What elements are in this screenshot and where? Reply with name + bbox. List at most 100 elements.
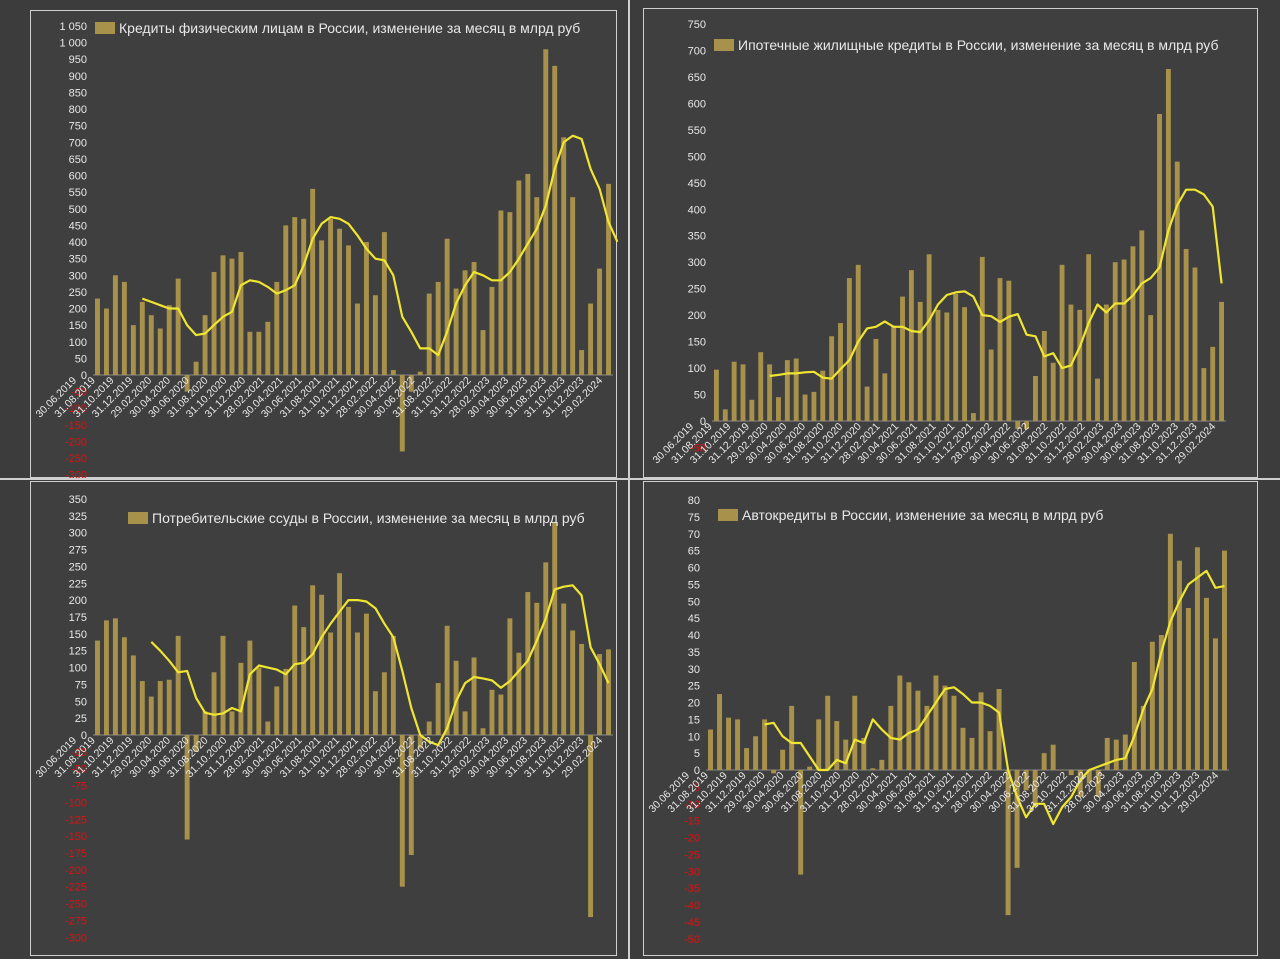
data-bar: [873, 338, 879, 421]
data-bar: [363, 613, 369, 735]
chart-panel-consumer-loans-total: -300 -250 -200 -150 -100 -50 0 50 100 150 200 250 30…: [30, 10, 618, 479]
data-bar: [346, 606, 351, 735]
data-bar: [708, 729, 713, 770]
data-bar: [726, 717, 732, 770]
data-bar: [1077, 309, 1083, 421]
data-bar: [121, 281, 127, 375]
y-tick-label: 450: [69, 220, 87, 232]
y-tick-label: 275: [69, 545, 87, 557]
data-bar: [762, 719, 768, 770]
data-bar: [780, 749, 786, 770]
data-bar: [552, 521, 558, 735]
data-bar: [202, 711, 208, 735]
y-tick-label: -20: [684, 833, 700, 845]
legend-swatch: [718, 509, 738, 521]
data-bar: [148, 696, 154, 735]
data-bar: [1192, 267, 1198, 421]
data-bar: [121, 637, 127, 735]
y-tick-label: 650: [688, 72, 706, 84]
data-bar: [570, 197, 576, 375]
y-tick-label: 250: [69, 287, 87, 299]
y-tick-label: -250: [65, 453, 87, 465]
data-bar: [319, 240, 325, 375]
y-tick-label: 650: [69, 154, 87, 166]
data-bar: [882, 373, 888, 421]
data-bar: [130, 325, 136, 375]
data-bar: [283, 668, 289, 735]
legend-label: Кредиты физическим лицам в России, измен…: [119, 20, 580, 36]
y-tick-label: 15: [688, 714, 700, 726]
data-bar: [238, 252, 244, 375]
y-tick-label: -35: [684, 883, 700, 895]
y-tick-label: 325: [69, 511, 87, 523]
data-bar: [328, 632, 334, 735]
y-tick-label: -125: [65, 814, 87, 826]
data-bar: [301, 218, 307, 375]
data-bar: [238, 662, 244, 735]
y-tick-label: 200: [688, 310, 706, 322]
data-bar: [337, 228, 343, 375]
data-bar: [1041, 753, 1047, 770]
data-bar: [864, 386, 870, 421]
y-tick-label: 600: [69, 171, 87, 183]
y-tick-label: 300: [69, 270, 87, 282]
y-tick-label: -225: [65, 882, 87, 894]
data-bar: [1131, 662, 1137, 770]
data-bar: [175, 635, 181, 735]
data-bar: [112, 618, 118, 735]
data-bar: [471, 261, 477, 375]
data-bar: [879, 759, 885, 770]
y-tick-label: 125: [69, 646, 87, 658]
chart-svg: -300-250-200-150-100-5005010015020025030…: [33, 20, 618, 479]
data-bar: [552, 65, 558, 375]
data-bar: [489, 689, 495, 735]
data-bar: [744, 748, 750, 770]
data-bar: [740, 364, 746, 421]
data-bar: [498, 210, 504, 375]
y-tick-label: 50: [688, 596, 700, 608]
y-tick-label: 1 000: [59, 38, 87, 50]
chart-panel-consumer-credits: -300 -275 -250 -225 -200 -175 -150 -125 -100 -75-…: [30, 481, 617, 956]
data-bar: [843, 739, 849, 770]
data-bar: [543, 562, 549, 735]
y-tick-label: -275: [65, 915, 87, 927]
y-tick-label: 45: [688, 613, 700, 625]
y-tick-label: 30: [688, 664, 700, 676]
data-bar: [310, 188, 316, 375]
data-bar: [722, 409, 728, 421]
y-tick-label: 550: [688, 125, 706, 137]
y-tick-label: 100: [69, 663, 87, 675]
data-bar: [148, 315, 154, 375]
data-bar: [960, 727, 966, 770]
y-tick-label: -50: [684, 934, 700, 946]
data-bar: [713, 369, 719, 421]
y-tick-label: 500: [69, 204, 87, 216]
y-tick-label: 200: [69, 304, 87, 316]
data-bar: [926, 254, 932, 421]
chart-panel-mortgage-loans: -50 0 50 100 150 200 250 300 350 400 450 500 550 600 6…: [643, 8, 1258, 478]
data-bar: [507, 618, 513, 735]
chart-svg: -500501001502002503003504004505005506006…: [650, 19, 1226, 466]
y-tick-label: -100: [65, 797, 87, 809]
y-tick-label: -75: [71, 781, 87, 793]
y-tick-label: 300: [688, 257, 706, 269]
data-bar: [749, 399, 755, 421]
data-bar: [758, 352, 764, 421]
y-tick-label: 350: [69, 494, 87, 506]
data-bar: [95, 298, 100, 375]
data-bar: [426, 293, 432, 375]
data-bar: [1183, 248, 1189, 421]
data-bar: [220, 635, 226, 735]
data-bar: [328, 218, 334, 375]
data-bar: [444, 238, 450, 375]
data-bar: [588, 303, 594, 375]
chart-svg: -50-45-40-35-30-25-20-15-10-505101520253…: [646, 495, 1229, 946]
y-tick-label: 400: [688, 204, 706, 216]
y-tick-label: -15: [684, 816, 700, 828]
y-tick-label: 50: [75, 696, 87, 708]
data-bar: [157, 328, 163, 375]
data-bar: [130, 655, 136, 735]
y-tick-label: -40: [684, 900, 700, 912]
data-bar: [516, 652, 522, 735]
data-bar: [917, 301, 923, 421]
